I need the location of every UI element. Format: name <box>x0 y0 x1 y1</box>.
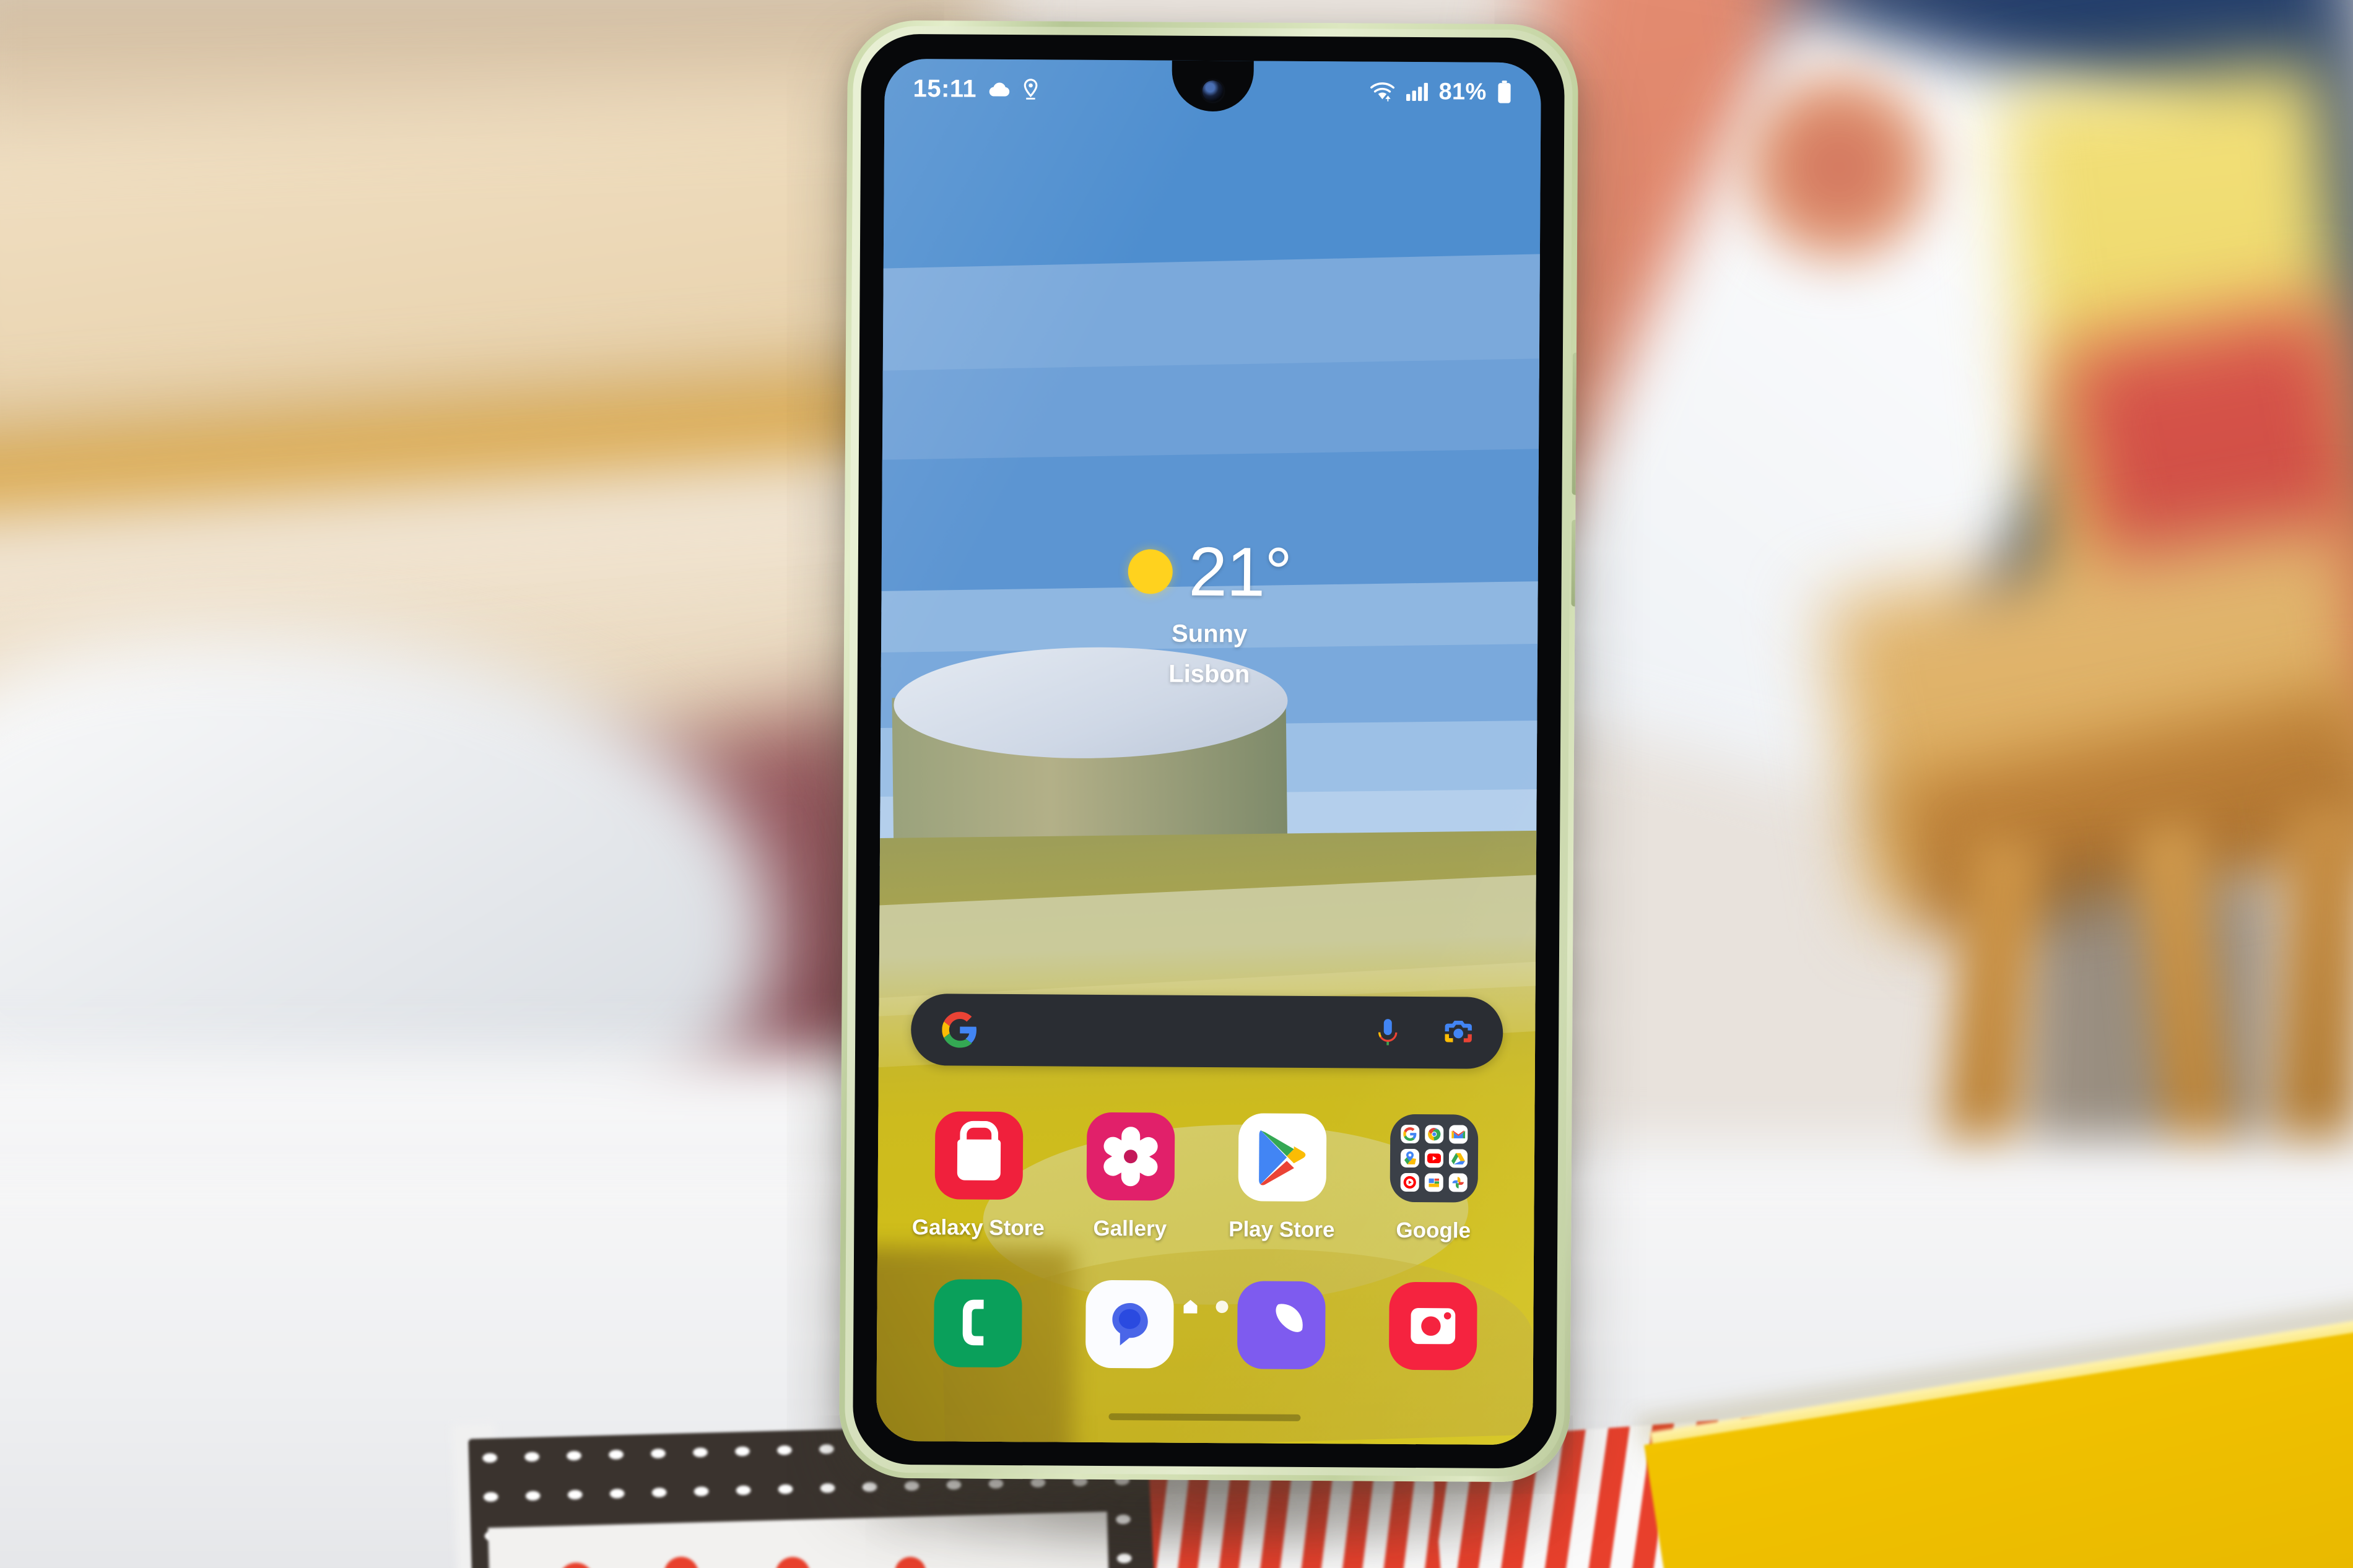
phone-icon <box>933 1279 1022 1368</box>
phone-bezel: 15:11 81% 21° Sunny Lisbon Galaxy Store … <box>852 33 1565 1469</box>
dock-bar <box>902 1279 1509 1371</box>
messages-icon <box>1085 1280 1174 1369</box>
app-label: Play Store <box>1229 1217 1335 1242</box>
google-search-bar[interactable] <box>910 994 1503 1069</box>
search-input[interactable] <box>978 994 1372 1068</box>
samsung-internet-icon <box>1237 1281 1326 1370</box>
app-label: Google <box>1396 1218 1471 1243</box>
dock-app-messages[interactable] <box>1053 1280 1206 1369</box>
google-news-icon <box>1424 1173 1443 1192</box>
phone-screen[interactable]: 15:11 81% 21° Sunny Lisbon Galaxy Store … <box>876 58 1541 1445</box>
sun-icon <box>1128 549 1173 594</box>
background-circle-motif <box>1746 74 1932 260</box>
gallery-icon <box>1086 1112 1175 1201</box>
camera-icon <box>1388 1281 1477 1371</box>
app-google-folder[interactable]: Google <box>1357 1114 1510 1243</box>
photo-scene: 15:11 81% 21° Sunny Lisbon Galaxy Store … <box>0 0 2353 1568</box>
app-galaxy-store[interactable]: Galaxy Store <box>902 1111 1055 1241</box>
dock-app-internet[interactable] <box>1205 1281 1357 1370</box>
play-store-icon <box>1238 1113 1326 1202</box>
maps-icon <box>1400 1148 1419 1168</box>
google-g-icon <box>942 1011 976 1048</box>
location-pin-icon <box>1024 79 1038 100</box>
photos-icon <box>1448 1173 1468 1192</box>
weather-widget[interactable]: 21° Sunny Lisbon <box>881 532 1538 690</box>
microphone-icon[interactable] <box>1372 1016 1404 1049</box>
dock-app-phone[interactable] <box>902 1279 1054 1368</box>
app-label: Galaxy Store <box>911 1215 1045 1241</box>
wifi-icon <box>1370 82 1395 102</box>
app-play-store[interactable]: Play Store <box>1206 1113 1358 1242</box>
dock-app-camera[interactable] <box>1357 1281 1509 1371</box>
youtube-music-icon <box>1400 1172 1419 1192</box>
smartphone-device: 15:11 81% 21° Sunny Lisbon Galaxy Store … <box>838 20 1579 1483</box>
weather-condition: Sunny <box>1171 620 1248 648</box>
app-gallery[interactable]: Gallery <box>1054 1112 1206 1241</box>
drive-icon <box>1448 1149 1468 1168</box>
battery-percent-label: 81% <box>1438 78 1487 105</box>
google-search-icon <box>1400 1124 1419 1144</box>
battery-icon <box>1498 80 1511 103</box>
app-label: Gallery <box>1093 1216 1167 1241</box>
youtube-icon <box>1424 1149 1443 1168</box>
cellular-signal-icon <box>1406 82 1429 102</box>
chrome-icon <box>1424 1125 1443 1144</box>
gesture-handle[interactable] <box>1108 1413 1301 1421</box>
weather-location: Lisbon <box>1168 660 1250 688</box>
galaxy-store-icon <box>934 1111 1023 1200</box>
google-lens-icon[interactable] <box>1442 1016 1474 1049</box>
gmail-icon <box>1448 1125 1468 1144</box>
status-bar: 15:11 81% <box>884 59 1541 122</box>
app-grid: Galaxy Store Gallery Play Store Google <box>902 1111 1510 1244</box>
weather-temperature: 21° <box>1188 532 1292 611</box>
status-bar-clock: 15:11 <box>913 74 977 103</box>
cloud-icon <box>989 82 1009 97</box>
google-folder-icon <box>1390 1114 1478 1203</box>
